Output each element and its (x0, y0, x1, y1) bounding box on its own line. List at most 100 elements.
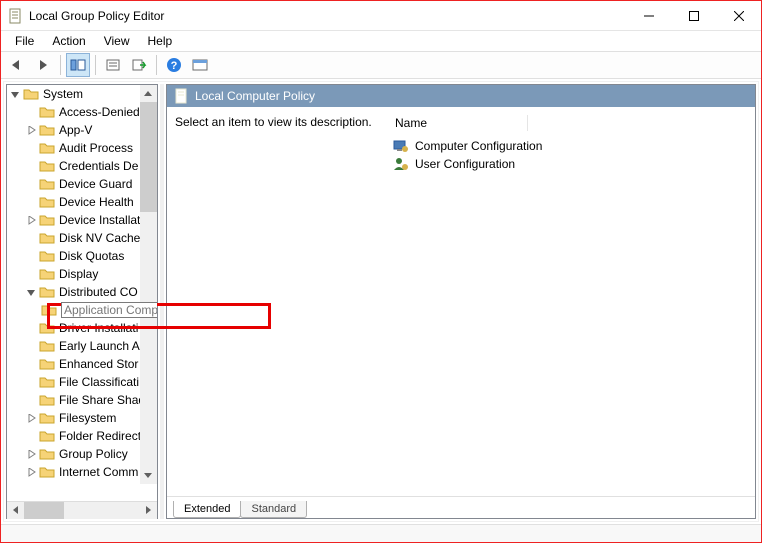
expand-icon[interactable] (25, 214, 37, 226)
folder-icon (39, 177, 55, 191)
folder-icon (39, 375, 55, 389)
forward-button[interactable] (31, 53, 55, 77)
list-item[interactable]: Computer Configuration (393, 137, 747, 155)
tree-label: Distributed CO (59, 283, 138, 301)
tree-node[interactable]: ▸Device Health (7, 193, 157, 211)
minimize-button[interactable] (626, 2, 671, 30)
folder-icon (39, 159, 55, 173)
tree-label: Disk NV Cache (59, 229, 140, 247)
folder-icon (39, 321, 55, 335)
tree-node[interactable]: ▸Folder Redirect (7, 427, 157, 445)
expand-icon[interactable] (25, 124, 37, 136)
expand-icon[interactable] (25, 448, 37, 460)
folder-icon (39, 447, 55, 461)
folder-icon (39, 357, 55, 371)
tree-node[interactable]: Internet Comm (7, 463, 157, 481)
collapse-icon[interactable] (9, 88, 21, 100)
tree-node[interactable]: ▸Audit Process (7, 139, 157, 157)
menu-help[interactable]: Help (140, 33, 181, 49)
splitter[interactable] (160, 84, 164, 519)
view-tabs: Extended Standard (167, 496, 755, 518)
tree-node[interactable]: ▸Disk Quotas (7, 247, 157, 265)
maximize-button[interactable] (671, 2, 716, 30)
help-button[interactable]: ? (162, 53, 186, 77)
details-pane: Local Computer Policy Select an item to … (166, 84, 756, 519)
tree-label: Device Health (59, 193, 134, 211)
rename-input[interactable] (61, 302, 157, 318)
tree-label: System (43, 85, 83, 103)
export-button[interactable] (127, 53, 151, 77)
scroll-thumb[interactable] (24, 502, 64, 519)
scroll-down-button[interactable] (140, 467, 157, 484)
collapse-icon[interactable] (25, 286, 37, 298)
tree-label: App-V (59, 121, 92, 139)
tree-node-dcom[interactable]: Distributed CO (7, 283, 157, 301)
close-button[interactable] (716, 2, 761, 30)
tree-horizontal-scrollbar[interactable] (7, 501, 157, 518)
back-button[interactable] (5, 53, 29, 77)
tree-label: Access-Denied (59, 103, 140, 121)
folder-icon (39, 339, 55, 353)
folder-icon (39, 123, 55, 137)
list-item-label: Computer Configuration (415, 139, 542, 153)
tree-node[interactable]: ▸Credentials De (7, 157, 157, 175)
menu-view[interactable]: View (96, 33, 138, 49)
item-list: Name Computer Configuration User Configu… (393, 115, 747, 496)
folder-icon (39, 249, 55, 263)
description-text: Select an item to view its description. (175, 115, 375, 496)
tree-node[interactable]: ▸Display (7, 265, 157, 283)
tree-node[interactable]: ▸File Classificati (7, 373, 157, 391)
tree-node[interactable]: ▸Access-Denied (7, 103, 157, 121)
tree-node[interactable]: ▸Enhanced Stor (7, 355, 157, 373)
folder-icon (39, 267, 55, 281)
list-item[interactable]: User Configuration (393, 155, 747, 173)
tree-label: Device Installat (59, 211, 140, 229)
tree-node[interactable]: ▸File Share Shad (7, 391, 157, 409)
tab-extended[interactable]: Extended (173, 501, 241, 518)
tree-node-editing[interactable] (7, 301, 157, 319)
menu-action[interactable]: Action (44, 33, 93, 49)
list-item-label: User Configuration (415, 157, 515, 171)
column-header-name[interactable]: Name (393, 115, 528, 131)
properties-button[interactable] (101, 53, 125, 77)
titlebar: Local Group Policy Editor (1, 1, 761, 31)
tree[interactable]: System ▸Access-Denied App-V ▸Audit Proce… (7, 85, 157, 481)
scroll-track[interactable] (140, 102, 157, 467)
svg-text:?: ? (171, 60, 178, 72)
folder-icon (39, 141, 55, 155)
tree-node[interactable]: ▸Device Guard (7, 175, 157, 193)
folder-icon (39, 195, 55, 209)
tree-node[interactable]: App-V (7, 121, 157, 139)
tree-pane: System ▸Access-Denied App-V ▸Audit Proce… (6, 84, 158, 519)
tree-node[interactable]: ▸Early Launch A (7, 337, 157, 355)
tree-label: Credentials De (59, 157, 138, 175)
menu-file[interactable]: File (7, 33, 42, 49)
tree-label: Enhanced Stor (59, 355, 138, 373)
tree-node[interactable]: Group Policy (7, 445, 157, 463)
tree-label: Filesystem (59, 409, 116, 427)
tree-node[interactable]: Filesystem (7, 409, 157, 427)
tree-node[interactable]: ▸Driver Installati (7, 319, 157, 337)
expand-icon[interactable] (25, 412, 37, 424)
tree-vertical-scrollbar[interactable] (140, 85, 157, 484)
computer-config-icon (393, 138, 409, 154)
tree-node[interactable]: Device Installat (7, 211, 157, 229)
tree-label: Internet Comm (59, 463, 138, 481)
folder-icon (39, 213, 55, 227)
folder-icon (39, 411, 55, 425)
scroll-thumb[interactable] (140, 102, 157, 212)
scroll-track[interactable] (24, 502, 140, 519)
scroll-right-button[interactable] (140, 502, 157, 519)
scroll-up-button[interactable] (140, 85, 157, 102)
tree-label: File Share Shad (59, 391, 145, 409)
tree-node[interactable]: ▸Disk NV Cache (7, 229, 157, 247)
user-config-icon (393, 156, 409, 172)
show-tree-button[interactable] (66, 53, 90, 77)
filter-button[interactable] (188, 53, 212, 77)
tree-label: Device Guard (59, 175, 132, 193)
scroll-left-button[interactable] (7, 502, 24, 519)
expand-icon[interactable] (25, 466, 37, 478)
app-icon (7, 8, 23, 24)
tree-node-system[interactable]: System (7, 85, 157, 103)
tab-standard[interactable]: Standard (240, 501, 307, 518)
